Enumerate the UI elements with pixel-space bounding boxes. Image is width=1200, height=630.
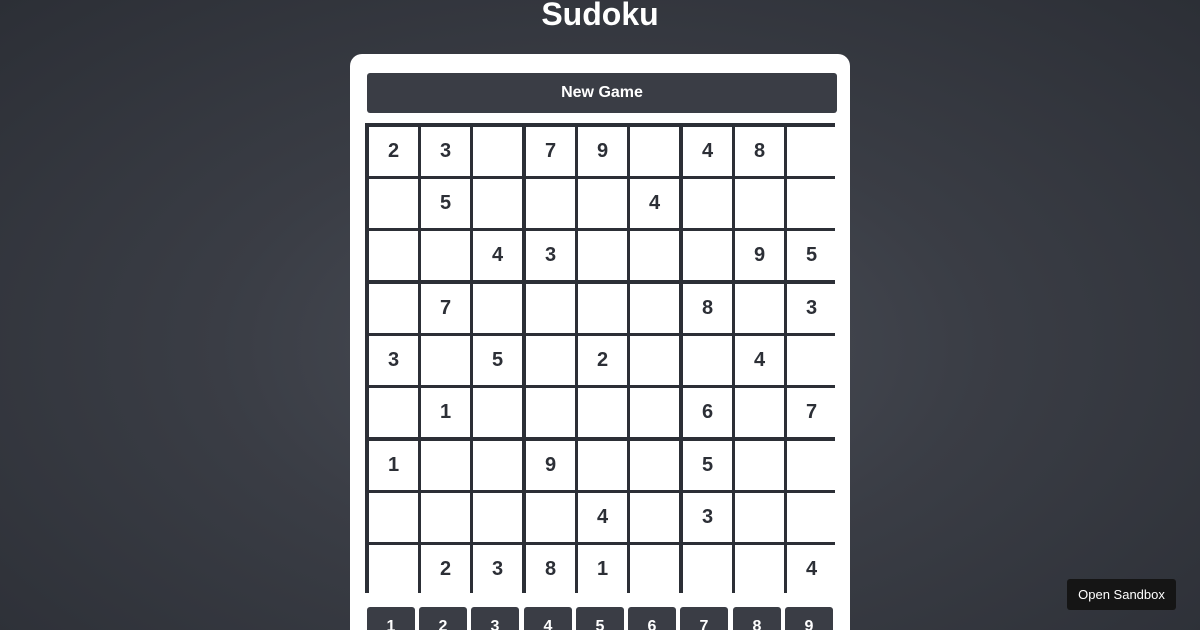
- board-cell[interactable]: 8: [526, 545, 575, 594]
- board-cell[interactable]: [683, 179, 732, 228]
- board-cell[interactable]: [421, 493, 470, 542]
- board-cell[interactable]: 6: [683, 388, 732, 437]
- board-cell[interactable]: 9: [578, 127, 627, 176]
- board-cell[interactable]: [735, 388, 784, 437]
- number-button[interactable]: 1: [367, 607, 415, 630]
- board-cell[interactable]: [421, 231, 470, 280]
- sudoku-board: 23794854439578335241671954323814: [365, 123, 836, 594]
- board-cell[interactable]: 7: [526, 127, 575, 176]
- board-cell[interactable]: [683, 336, 732, 385]
- board-cell[interactable]: 4: [683, 127, 732, 176]
- board-cell[interactable]: [630, 284, 679, 333]
- board-cell[interactable]: [630, 388, 679, 437]
- board-cell[interactable]: [526, 336, 575, 385]
- board-cell[interactable]: [526, 179, 575, 228]
- board-cell[interactable]: [630, 231, 679, 280]
- board-cell[interactable]: [578, 231, 627, 280]
- board-cell[interactable]: [787, 441, 836, 490]
- game-title: Sudoku: [541, 0, 659, 32]
- board-cell[interactable]: [421, 336, 470, 385]
- board-cell[interactable]: [683, 231, 732, 280]
- open-sandbox-button[interactable]: Open Sandbox: [1067, 579, 1176, 610]
- board-cell[interactable]: 8: [735, 127, 784, 176]
- board-cell[interactable]: 3: [526, 231, 575, 280]
- board-cell[interactable]: 3: [421, 127, 470, 176]
- board-cell[interactable]: [369, 545, 418, 594]
- board-cell[interactable]: [683, 545, 732, 594]
- board-cell[interactable]: 5: [787, 231, 836, 280]
- board-cell[interactable]: [526, 284, 575, 333]
- board-cell[interactable]: [473, 284, 522, 333]
- board-cell[interactable]: [735, 441, 784, 490]
- number-button[interactable]: 6: [628, 607, 676, 630]
- board-cell[interactable]: [578, 284, 627, 333]
- new-game-button[interactable]: New Game: [367, 73, 837, 113]
- board-cell[interactable]: [630, 441, 679, 490]
- board-cell[interactable]: [473, 388, 522, 437]
- board-cell[interactable]: 9: [526, 441, 575, 490]
- board-cell[interactable]: 9: [735, 231, 784, 280]
- board-cell[interactable]: [787, 127, 836, 176]
- board-cell[interactable]: [578, 441, 627, 490]
- board-cell[interactable]: [473, 441, 522, 490]
- board-cell[interactable]: 8: [683, 284, 732, 333]
- board-cell[interactable]: 2: [421, 545, 470, 594]
- board-cell[interactable]: 5: [473, 336, 522, 385]
- board-cell[interactable]: 1: [421, 388, 470, 437]
- board-cell[interactable]: [421, 441, 470, 490]
- number-button[interactable]: 5: [576, 607, 624, 630]
- board-cell[interactable]: [369, 231, 418, 280]
- number-button[interactable]: 7: [680, 607, 728, 630]
- board-cell[interactable]: [735, 179, 784, 228]
- board-cell[interactable]: [630, 493, 679, 542]
- board-cell[interactable]: [630, 127, 679, 176]
- board-cell[interactable]: 4: [735, 336, 784, 385]
- board-cell[interactable]: 1: [369, 441, 418, 490]
- board-cell[interactable]: [369, 284, 418, 333]
- board-cell[interactable]: [630, 545, 679, 594]
- board-cell[interactable]: 2: [578, 336, 627, 385]
- board-cell[interactable]: [578, 179, 627, 228]
- board-cell[interactable]: [369, 493, 418, 542]
- board-cell[interactable]: 5: [683, 441, 732, 490]
- board-cell[interactable]: 3: [473, 545, 522, 594]
- board-cell[interactable]: [369, 388, 418, 437]
- board-cell[interactable]: 1: [578, 545, 627, 594]
- board-cell[interactable]: 4: [578, 493, 627, 542]
- board-cell[interactable]: [473, 493, 522, 542]
- board-cell[interactable]: [787, 336, 836, 385]
- board-cell[interactable]: 5: [421, 179, 470, 228]
- board-cell[interactable]: [630, 336, 679, 385]
- board-cell[interactable]: [526, 388, 575, 437]
- number-button[interactable]: 3: [471, 607, 519, 630]
- board-cell[interactable]: 7: [787, 388, 836, 437]
- number-button[interactable]: 9: [785, 607, 833, 630]
- number-button[interactable]: 2: [419, 607, 467, 630]
- board-cell[interactable]: 4: [787, 545, 836, 594]
- board-cell[interactable]: 2: [369, 127, 418, 176]
- board-cell[interactable]: 4: [630, 179, 679, 228]
- board-cell[interactable]: [578, 388, 627, 437]
- board-cell[interactable]: 3: [369, 336, 418, 385]
- board-cell[interactable]: 7: [421, 284, 470, 333]
- board-cell[interactable]: [787, 179, 836, 228]
- board-cell[interactable]: 3: [787, 284, 836, 333]
- number-button[interactable]: 4: [524, 607, 572, 630]
- board-cell[interactable]: 4: [473, 231, 522, 280]
- board-cell[interactable]: 3: [683, 493, 732, 542]
- board-cell[interactable]: [735, 284, 784, 333]
- board-cell[interactable]: [473, 127, 522, 176]
- board-cell[interactable]: [735, 545, 784, 594]
- board-cell[interactable]: [787, 493, 836, 542]
- board-cell[interactable]: [473, 179, 522, 228]
- board-cell[interactable]: [369, 179, 418, 228]
- number-button[interactable]: 8: [733, 607, 781, 630]
- board-cell[interactable]: [526, 493, 575, 542]
- board-cell[interactable]: [735, 493, 784, 542]
